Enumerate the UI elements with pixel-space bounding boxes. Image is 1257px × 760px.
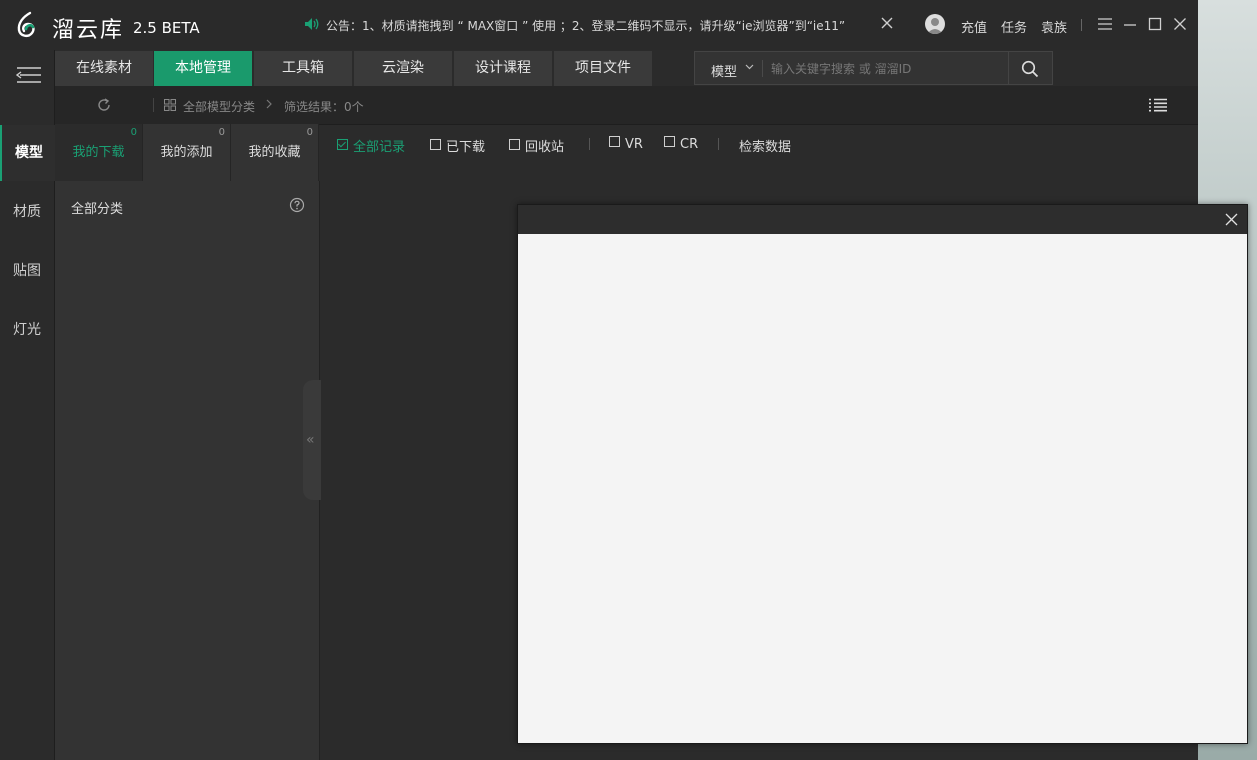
rail-item-material[interactable]: 材质 [0, 184, 54, 240]
filter-recycle-bin[interactable]: 回收站 [509, 136, 564, 155]
recharge-link[interactable]: 充值 [961, 17, 987, 36]
count-badge: 0 [130, 127, 137, 138]
breadcrumb-all-categories[interactable]: 全部模型分类 [183, 98, 255, 115]
divider [1008, 52, 1009, 84]
subtab-label: 我的收藏 [248, 145, 301, 160]
tab-project-files[interactable]: 项目文件 [554, 51, 652, 86]
avatar[interactable] [925, 14, 945, 34]
grid-icon [164, 99, 176, 111]
filter-label: CR [680, 137, 699, 152]
checkbox-checked-icon [337, 139, 348, 150]
category-all[interactable]: 全部分类 [71, 198, 123, 217]
search-icon[interactable] [1021, 60, 1039, 78]
speaker-icon [305, 18, 319, 30]
checkbox-icon [664, 136, 675, 147]
rail-menu-icon[interactable] [16, 66, 42, 84]
double-chevron-left-icon: « [306, 432, 315, 448]
list-view-icon[interactable] [1149, 98, 1167, 112]
rail-item-model[interactable]: 模型 [0, 125, 56, 181]
logo-icon [17, 11, 35, 38]
filter-result-text: 筛选结果：0个 [284, 100, 364, 114]
subtab-label: 我的下载 [72, 145, 125, 160]
tab-toolbox[interactable]: 工具箱 [254, 51, 352, 86]
close-window-icon[interactable] [1172, 16, 1188, 32]
maximize-icon[interactable] [1147, 16, 1163, 32]
close-icon[interactable] [1225, 213, 1238, 226]
filter-label: 回收站 [525, 140, 565, 155]
search-box: 模型 [694, 51, 1053, 85]
rail-item-texture[interactable]: 贴图 [0, 243, 54, 299]
filter-vr[interactable]: VR [609, 136, 643, 152]
filter-cr[interactable]: CR [664, 136, 698, 152]
subtab-my-downloads[interactable]: 我的下载 0 [55, 124, 143, 181]
refresh-icon[interactable] [96, 97, 112, 113]
minimize-icon[interactable] [1122, 16, 1138, 32]
rail-item-light[interactable]: 灯光 [0, 302, 54, 358]
chevron-right-icon [266, 99, 272, 109]
filter-all-records[interactable]: 全部记录 [337, 136, 405, 155]
count-badge: 0 [306, 127, 313, 138]
filter-label: VR [625, 137, 643, 152]
subtab-label: 我的添加 [160, 145, 213, 160]
tab-cloud-render[interactable]: 云渲染 [354, 51, 452, 86]
tab-design-course[interactable]: 设计课程 [454, 51, 552, 86]
tab-online-assets[interactable]: 在线素材 [55, 51, 153, 86]
divider [153, 98, 154, 112]
side-rail: 模型 材质 贴图 灯光 [0, 50, 56, 760]
notice-text: 公告：1、材质请拖拽到 “ MAX窗口 ” 使用 ；2、登录二维码不显示，请升级… [326, 19, 846, 33]
popup-dialog [517, 204, 1248, 744]
sub-tabs: 我的下载 0 我的添加 0 我的收藏 0 [55, 124, 319, 181]
divider [1081, 19, 1082, 31]
filter-downloaded[interactable]: 已下载 [430, 136, 485, 155]
username-link[interactable]: 袁族 [1041, 17, 1067, 36]
toolbar: 全部模型分类 筛选结果：0个 [55, 86, 1198, 125]
search-data-button[interactable]: 检索数据 [739, 136, 791, 155]
checkbox-icon [509, 139, 520, 150]
category-panel: 全部分类 [55, 181, 320, 760]
title-bar: 溜云库 2.5 BETA 公告：1、材质请拖拽到 “ MAX窗口 ” 使用 ；2… [0, 0, 1198, 50]
tab-local-manage[interactable]: 本地管理 [154, 51, 252, 86]
panel-collapse-handle[interactable]: « [303, 380, 321, 500]
subtab-my-additions[interactable]: 我的添加 0 [143, 124, 231, 181]
app-version: 2.5 BETA [133, 19, 200, 37]
divider [718, 138, 719, 150]
dialog-header [518, 205, 1247, 234]
hamburger-menu-icon[interactable] [1097, 16, 1113, 32]
subtab-my-favorites[interactable]: 我的收藏 0 [231, 124, 319, 181]
tasks-link[interactable]: 任务 [1001, 17, 1027, 36]
checkbox-icon [430, 139, 441, 150]
search-category-select[interactable]: 模型 [711, 61, 737, 80]
divider [589, 138, 590, 150]
checkbox-icon [609, 136, 620, 147]
app-title: 溜云库 [52, 18, 125, 43]
filter-label: 已下载 [446, 140, 486, 155]
user-icon [927, 18, 943, 34]
chevron-down-icon[interactable] [745, 62, 754, 71]
filter-bar: 全部记录 已下载 回收站 VR CR 检索数据 [320, 124, 1198, 166]
filter-label: 全部记录 [353, 140, 406, 155]
notice-close-icon[interactable] [881, 17, 893, 29]
search-input[interactable] [769, 57, 1005, 81]
count-badge: 0 [218, 127, 225, 138]
help-icon[interactable] [289, 197, 305, 213]
divider [762, 60, 763, 77]
